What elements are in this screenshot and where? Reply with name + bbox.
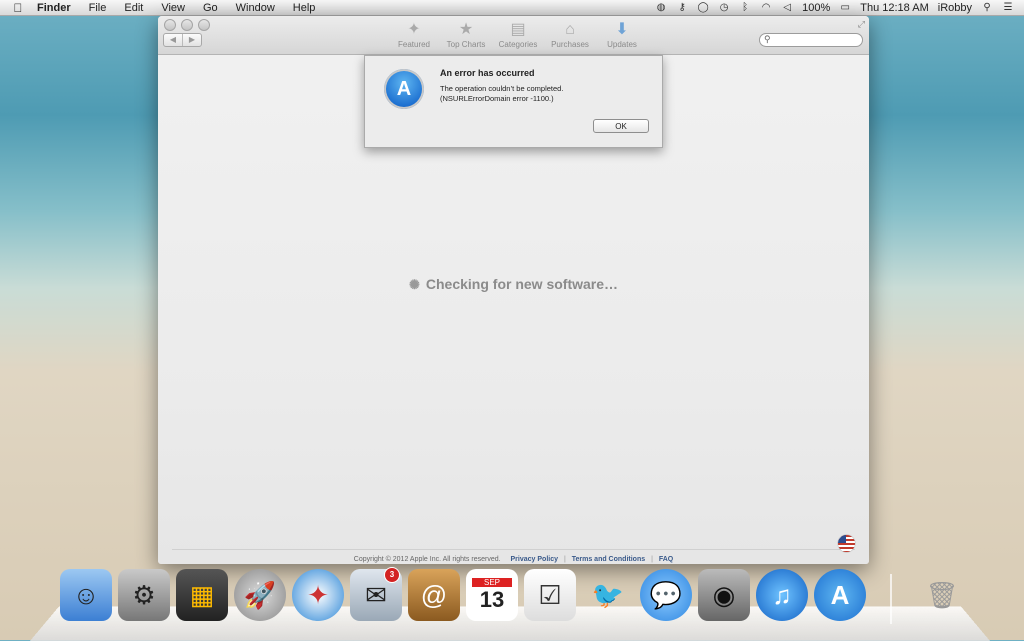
alert-title: An error has occurred — [440, 68, 535, 78]
tab-updates[interactable]: ⬇ Updates — [596, 20, 648, 49]
menu-view[interactable]: View — [152, 2, 194, 14]
tab-featured-label: Featured — [397, 40, 431, 49]
volume-icon[interactable]: ◁ — [781, 2, 793, 14]
clock[interactable]: Thu 12:18 AM — [860, 2, 929, 14]
trash-icon[interactable]: 🗑 — [916, 569, 968, 621]
loading-status: ✺ Checking for new software… — [158, 276, 869, 293]
back-button[interactable]: ◀ — [164, 34, 182, 46]
terms-link[interactable]: Terms and Conditions — [572, 556, 645, 563]
privacy-policy-link[interactable]: Privacy Policy — [511, 556, 558, 563]
menu-edit[interactable]: Edit — [115, 2, 152, 14]
updates-icon: ⬇ — [615, 21, 629, 38]
app-store-dock-icon[interactable]: A — [814, 569, 866, 621]
notification-center-icon[interactable]: ☰ — [1002, 2, 1014, 14]
nav-buttons: ◀ ▶ — [163, 33, 202, 47]
search-input[interactable] — [774, 35, 858, 45]
window-controls — [164, 19, 210, 31]
tab-updates-label: Updates — [607, 40, 637, 49]
itunes-icon[interactable]: ♫ — [756, 569, 808, 621]
dock-separator — [890, 574, 892, 624]
categories-icon: ▤ — [510, 21, 526, 38]
spotlight-icon[interactable]: ⚲ — [981, 2, 993, 14]
tab-featured[interactable]: ✦ Featured — [388, 20, 440, 49]
safari-icon[interactable]: ✦ — [292, 569, 344, 621]
footer: Copyright © 2012 Apple Inc. All rights r… — [172, 549, 855, 563]
menu-bar:  Finder File Edit View Go Window Help ◍… — [0, 0, 1024, 16]
toolbar-tabs: ✦ Featured ★ Top Charts ▤ Categories ⌂ P… — [388, 20, 648, 49]
facetime-icon[interactable]: ◉ — [698, 569, 750, 621]
mail-icon[interactable]: ✉ 3 — [350, 567, 402, 621]
menu-finder[interactable]: Finder — [28, 2, 80, 14]
ok-button[interactable]: OK — [593, 119, 649, 133]
copyright-text: Copyright © 2012 Apple Inc. All rights r… — [353, 556, 501, 563]
close-button[interactable] — [164, 19, 176, 31]
mission-control-icon[interactable]: ▦ — [176, 569, 228, 621]
tab-categories-label: Categories — [498, 40, 538, 49]
faq-link[interactable]: FAQ — [659, 556, 673, 563]
footer-separator: | — [563, 556, 566, 563]
footer-separator: | — [651, 556, 653, 563]
zoom-button[interactable] — [198, 19, 210, 31]
fullscreen-icon[interactable]: ⤢ — [858, 19, 865, 30]
spinner-icon: ✺ — [408, 277, 420, 292]
reminders-icon[interactable]: ☑ — [524, 569, 576, 621]
alert-error-code: (NSURLErrorDomain error -1100.) — [440, 94, 554, 103]
tab-top-charts[interactable]: ★ Top Charts — [440, 20, 492, 49]
menu-window[interactable]: Window — [227, 2, 284, 14]
battery-percentage[interactable]: 100% — [802, 2, 830, 14]
tab-purchases-label: Purchases — [551, 40, 589, 49]
menu-go[interactable]: Go — [194, 2, 227, 14]
apple-menu-icon[interactable]:  — [8, 1, 28, 15]
menu-help[interactable]: Help — [284, 2, 325, 14]
calendar-icon[interactable]: SEP 13 — [466, 569, 518, 621]
user-name[interactable]: iRobby — [938, 2, 972, 14]
tab-purchases[interactable]: ⌂ Purchases — [544, 20, 596, 49]
toolbar: ◀ ▶ ✦ Featured ★ Top Charts ▤ Categories… — [158, 16, 869, 55]
search-icon: ⚲ — [764, 34, 771, 44]
battery-icon[interactable]: ▭ — [839, 2, 851, 14]
app-store-icon: A — [384, 69, 424, 109]
alert-message: The operation couldn’t be completed. — [440, 84, 564, 93]
contacts-icon[interactable]: @ — [408, 569, 460, 621]
tab-top-charts-label: Top Charts — [446, 40, 486, 49]
globe-icon[interactable]: ◍ — [655, 2, 667, 14]
messages-icon[interactable]: 💬 — [640, 569, 692, 621]
bluetooth-icon[interactable]: ᛒ — [739, 2, 751, 14]
us-flag-icon[interactable] — [838, 535, 855, 552]
system-preferences-icon[interactable]: ⚙ — [118, 569, 170, 621]
star-icon: ★ — [458, 21, 474, 38]
forward-button[interactable]: ▶ — [182, 34, 201, 46]
finder-icon[interactable]: ☺ — [60, 569, 112, 621]
menu-extras: ◍ ⚷ ◯ ◷ ᛒ ◠ ◁ 100% ▭ Thu 12:18 AM iRobby… — [655, 2, 1024, 14]
purchases-icon: ⌂ — [565, 21, 575, 38]
tab-categories[interactable]: ▤ Categories — [492, 20, 544, 49]
messages-status-icon[interactable]: ◯ — [697, 2, 709, 14]
error-alert: A An error has occurred The operation co… — [364, 55, 663, 148]
loading-text: Checking for new software… — [425, 276, 619, 292]
time-machine-icon[interactable]: ◷ — [718, 2, 730, 14]
featured-icon: ✦ — [407, 21, 421, 38]
launchpad-icon[interactable]: 🚀 — [234, 569, 286, 621]
footer-links: Copyright © 2012 Apple Inc. All rights r… — [172, 556, 855, 563]
dock: ☺ ⚙ ▦ 🚀 ✦ ✉ 3 @ SEP 13 ☑ 🐦 💬 ◉ ♫ A 🗑 — [60, 567, 968, 629]
calendar-month: SEP — [472, 577, 512, 587]
minimize-button[interactable] — [181, 19, 193, 31]
calendar-day: 13 — [479, 586, 505, 612]
search-field[interactable]: ⚲ — [759, 33, 863, 47]
wifi-icon[interactable]: ◠ — [760, 2, 772, 14]
mail-badge: 3 — [384, 567, 400, 583]
twitter-icon[interactable]: 🐦 — [582, 569, 634, 621]
key-icon[interactable]: ⚷ — [676, 2, 688, 14]
menu-file[interactable]: File — [80, 2, 116, 14]
